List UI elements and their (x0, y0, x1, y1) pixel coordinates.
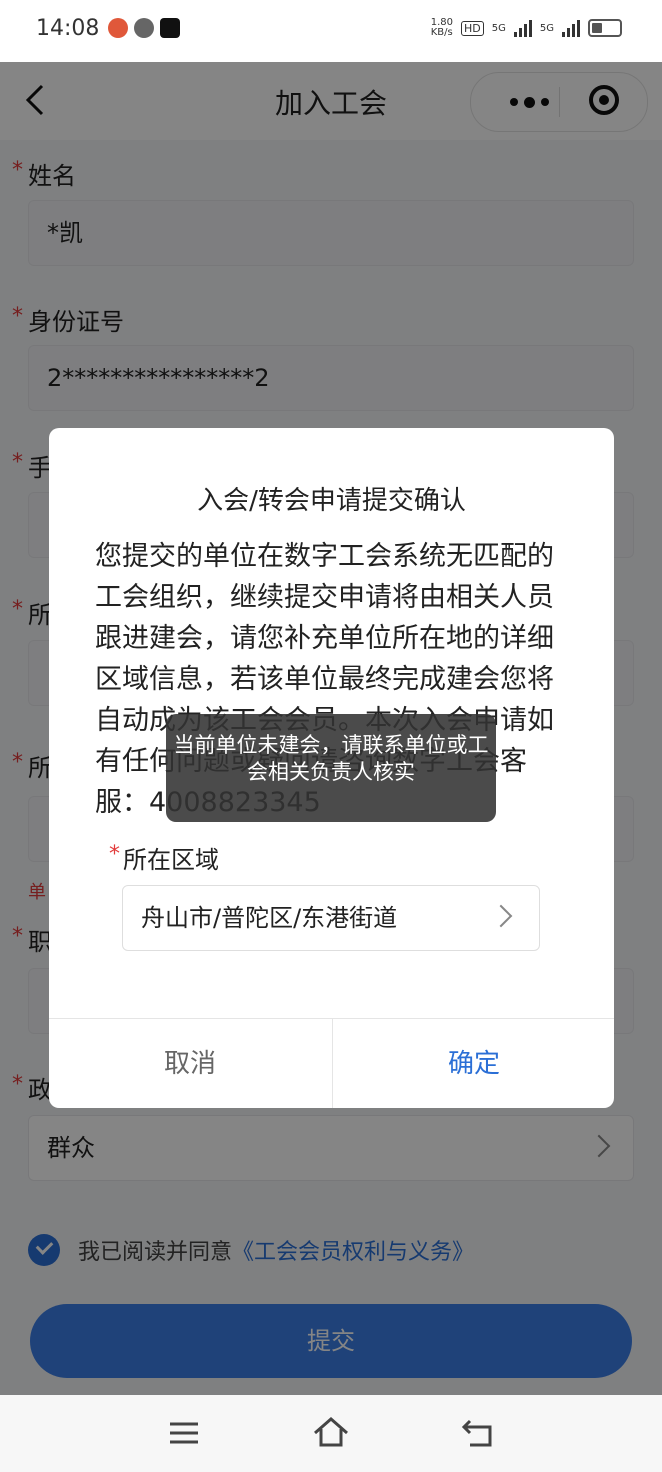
tiktok-icon (160, 18, 180, 38)
back-nav-icon[interactable] (458, 1415, 498, 1451)
signal-icon (513, 19, 532, 37)
net-speed: 1.80 KB/s (430, 17, 453, 38)
battery-icon (588, 19, 622, 37)
clock: 14:08 (36, 16, 100, 41)
menu-icon[interactable] (164, 1415, 204, 1451)
region-label: * 所在区域 (109, 842, 219, 874)
home-icon[interactable] (311, 1415, 351, 1451)
message-icon (134, 18, 154, 38)
dialog-title: 入会/转会申请提交确认 (197, 486, 466, 516)
dialog-buttons: 取消 确定 (49, 1018, 614, 1108)
5g-label-1: 5G (491, 22, 506, 34)
signal-icon-2 (562, 19, 580, 37)
5g-label-2: 5G (539, 22, 554, 34)
app-notification-icon (108, 18, 128, 38)
region-value: 舟山市/普陀区/东港街道 (141, 904, 398, 932)
notification-icons (108, 18, 180, 38)
confirm-button[interactable]: 确定 (332, 1019, 614, 1108)
hd-icon: HD (461, 20, 484, 36)
chevron-right-icon (489, 904, 513, 928)
status-indicators: 1.80 KB/s HD 5G 5G (431, 18, 622, 38)
region-picker[interactable]: 舟山市/普陀区/东港街道 (122, 885, 540, 951)
system-nav-bar (0, 1395, 662, 1472)
status-bar: 14:08 1.80 KB/s HD 5G 5G (0, 0, 662, 62)
toast-message: 当前单位未建会，请联系单位或工会相关负责人核实 (166, 714, 496, 822)
cancel-button[interactable]: 取消 (49, 1019, 331, 1108)
